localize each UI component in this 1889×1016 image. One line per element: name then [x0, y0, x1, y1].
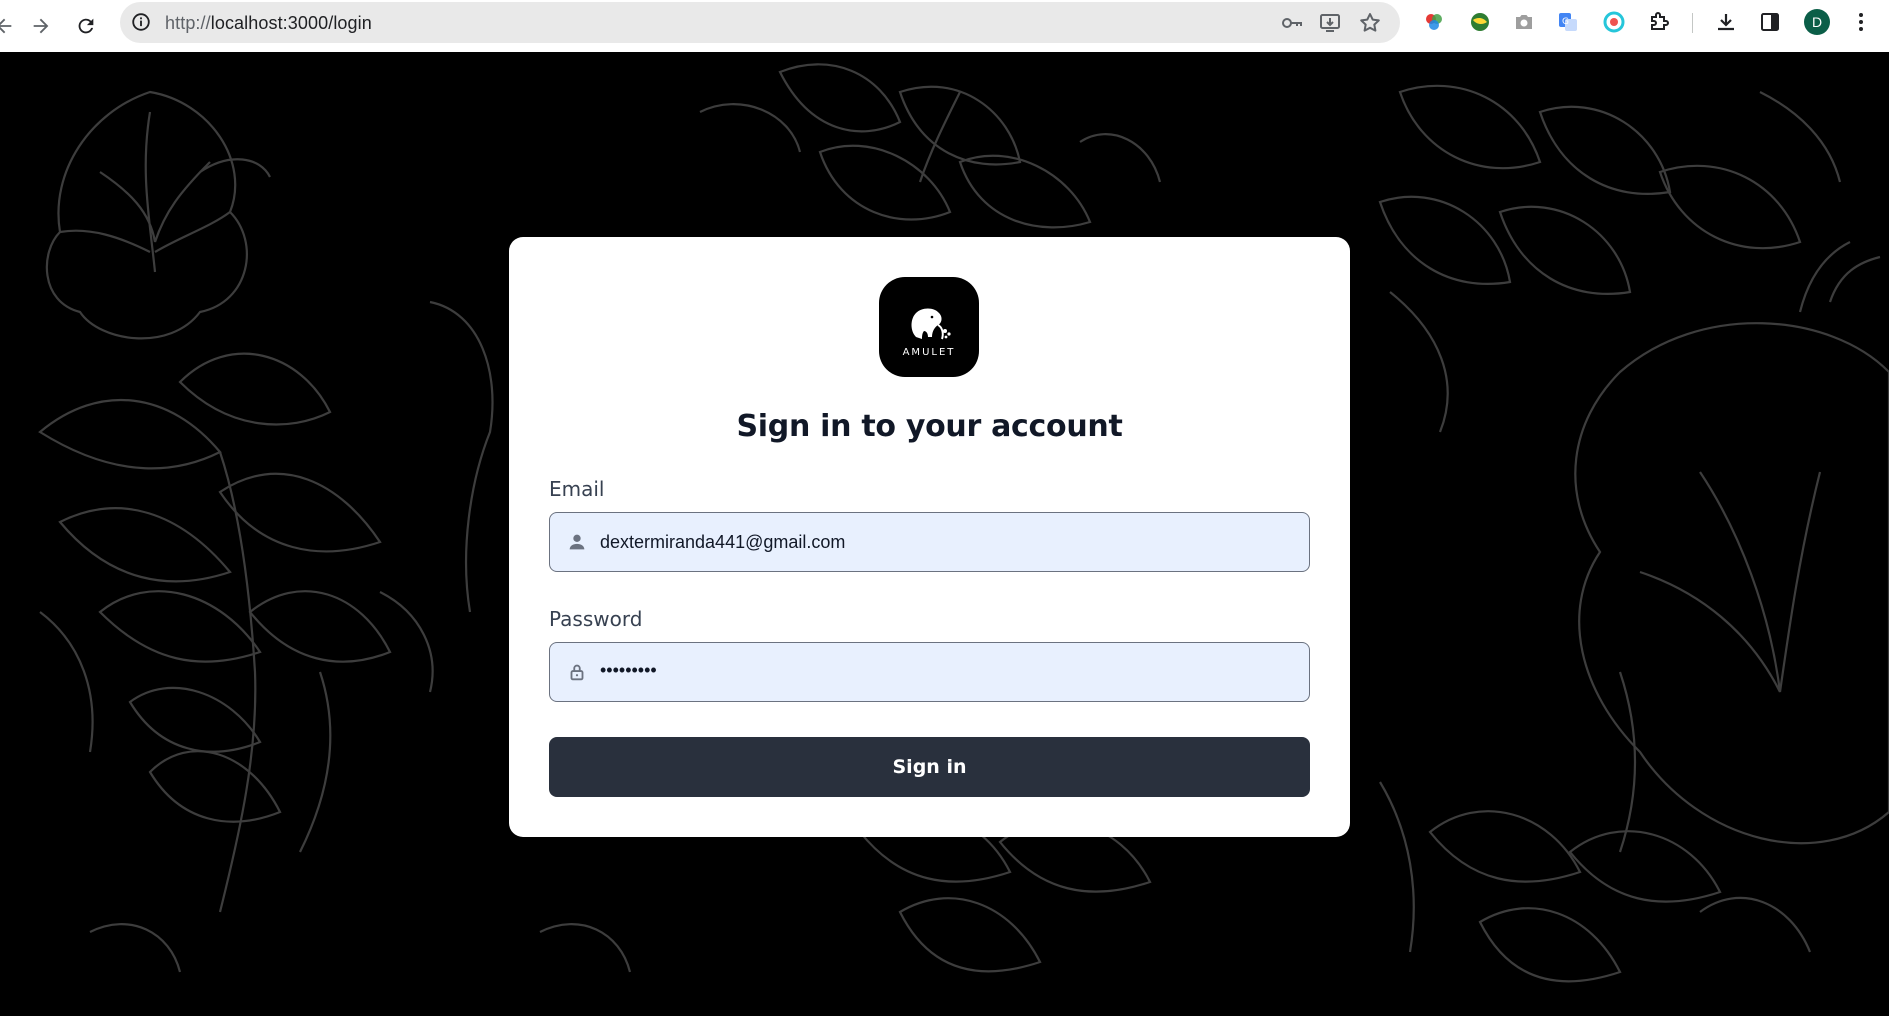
user-icon [569, 534, 585, 550]
elephant-logo-icon [911, 308, 951, 339]
email-label: Email [549, 477, 605, 501]
back-button[interactable] [0, 8, 22, 44]
login-page: AMULET Sign in to your account Email dex… [0, 52, 1889, 1016]
lock-icon [570, 664, 584, 681]
extensions-puzzle-icon[interactable] [1647, 10, 1671, 34]
url-text[interactable]: http://localhost:3000/login [165, 13, 372, 34]
color-picker-extension-icon[interactable] [1422, 10, 1446, 34]
toolbar-divider [1692, 13, 1693, 33]
sign-in-button[interactable]: Sign in [549, 737, 1310, 797]
back-arrow-icon [0, 18, 12, 34]
side-panel-icon[interactable] [1758, 10, 1782, 34]
password-input[interactable]: ••••••••• [600, 660, 657, 681]
bookmark-star-icon[interactable] [1358, 11, 1382, 35]
password-label: Password [549, 607, 643, 631]
forward-button[interactable] [23, 8, 59, 44]
globe-extension-icon[interactable] [1468, 10, 1492, 34]
install-app-icon[interactable] [1318, 11, 1342, 35]
site-info-icon[interactable] [130, 11, 152, 33]
camera-extension-icon[interactable] [1512, 10, 1536, 34]
reload-button[interactable] [68, 8, 104, 44]
address-bar[interactable]: http://localhost:3000/login [120, 2, 1400, 43]
logo-text: AMULET [902, 346, 956, 358]
browser-toolbar: http://localhost:3000/login G D [0, 0, 1889, 52]
circle-extension-icon[interactable] [1602, 10, 1626, 34]
amulet-logo: AMULET [879, 277, 979, 377]
browser-menu-icon[interactable] [1849, 10, 1873, 34]
email-input[interactable]: dextermiranda441@gmail.com [600, 532, 845, 553]
email-field[interactable]: dextermiranda441@gmail.com [549, 512, 1310, 572]
url-scheme: http:// [165, 13, 211, 33]
password-key-icon[interactable] [1280, 11, 1304, 35]
password-field[interactable]: ••••••••• [549, 642, 1310, 702]
downloads-icon[interactable] [1714, 10, 1738, 34]
svg-text:G: G [1562, 17, 1569, 27]
profile-avatar[interactable]: D [1804, 9, 1830, 35]
forward-arrow-icon [33, 18, 49, 34]
url-host: localhost:3000/login [210, 13, 372, 33]
login-card: AMULET Sign in to your account Email dex… [509, 237, 1350, 837]
translate-extension-icon[interactable]: G [1556, 10, 1580, 34]
reload-icon [78, 18, 94, 34]
page-title: Sign in to your account [736, 409, 1123, 444]
